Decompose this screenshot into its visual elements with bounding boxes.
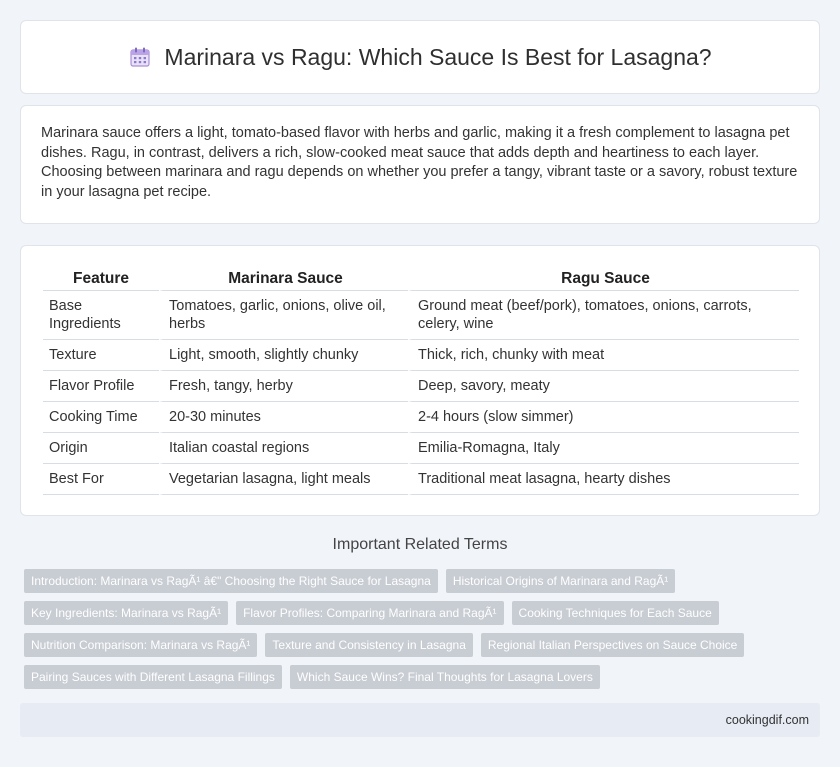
table-row: Base Ingredients Tomatoes, garlic, onion…: [43, 291, 799, 340]
ragu-cell: 2-4 hours (slow simmer): [408, 402, 799, 433]
marinara-cell: Italian coastal regions: [159, 433, 408, 464]
header-marinara: Marinara Sauce: [159, 264, 408, 291]
related-tag-nutrition[interactable]: Nutrition Comparison: Marinara vs RagÃ¹: [24, 633, 258, 657]
related-tag-pairing[interactable]: Pairing Sauces with Different Lasagna Fi…: [24, 665, 282, 689]
marinara-cell: 20-30 minutes: [159, 402, 408, 433]
feature-cell: Texture: [43, 340, 159, 371]
feature-cell: Origin: [43, 433, 159, 464]
related-tag-key-ingredients[interactable]: Key Ingredients: Marinara vs RagÃ¹: [24, 601, 229, 625]
related-tag-regional[interactable]: Regional Italian Perspectives on Sauce C…: [480, 633, 745, 657]
comparison-card: Feature Marinara Sauce Ragu Sauce Base I…: [20, 245, 820, 516]
ragu-cell: Emilia-Romagna, Italy: [408, 433, 799, 464]
related-tags: Introduction: Marinara vs RagÃ¹ â€" Choo…: [24, 569, 820, 697]
table-row: Origin Italian coastal regions Emilia-Ro…: [43, 433, 799, 464]
related-tag-introduction[interactable]: Introduction: Marinara vs RagÃ¹ â€" Choo…: [24, 569, 438, 593]
related-tag-final-thoughts[interactable]: Which Sauce Wins? Final Thoughts for Las…: [289, 665, 600, 689]
marinara-cell: Tomatoes, garlic, onions, olive oil, her…: [159, 291, 408, 340]
marinara-cell: Vegetarian lasagna, light meals: [159, 464, 408, 495]
marinara-cell: Light, smooth, slightly chunky: [159, 340, 408, 371]
related-tag-cooking-techniques[interactable]: Cooking Techniques for Each Sauce: [511, 601, 719, 625]
ragu-cell: Thick, rich, chunky with meat: [408, 340, 799, 371]
title-card: Marinara vs Ragu: Which Sauce Is Best fo…: [20, 20, 820, 94]
header-ragu: Ragu Sauce: [408, 264, 799, 291]
marinara-cell: Fresh, tangy, herby: [159, 371, 408, 402]
feature-cell: Cooking Time: [43, 402, 159, 433]
table-header-row: Feature Marinara Sauce Ragu Sauce: [43, 264, 799, 291]
comparison-table: Feature Marinara Sauce Ragu Sauce Base I…: [43, 264, 799, 495]
table-row: Texture Light, smooth, slightly chunky T…: [43, 340, 799, 371]
ragu-cell: Deep, savory, meaty: [408, 371, 799, 402]
related-terms-heading: Important Related Terms: [332, 536, 508, 553]
table-row: Cooking Time 20-30 minutes 2-4 hours (sl…: [43, 402, 799, 433]
footer-site[interactable]: cookingdif.com: [726, 713, 809, 727]
footer: cookingdif.com: [20, 703, 820, 737]
table-row: Flavor Profile Fresh, tangy, herby Deep,…: [43, 371, 799, 402]
related-tag-historical-origins[interactable]: Historical Origins of Marinara and RagÃ¹: [445, 569, 676, 593]
feature-cell: Best For: [43, 464, 159, 495]
header-feature: Feature: [43, 264, 159, 291]
related-tag-flavor-profiles[interactable]: Flavor Profiles: Comparing Marinara and …: [236, 601, 504, 625]
related-tag-texture[interactable]: Texture and Consistency in Lasagna: [265, 633, 473, 657]
ragu-cell: Traditional meat lasagna, hearty dishes: [408, 464, 799, 495]
calendar-icon: [128, 45, 152, 69]
feature-cell: Flavor Profile: [43, 371, 159, 402]
table-row: Best For Vegetarian lasagna, light meals…: [43, 464, 799, 495]
feature-cell: Base Ingredients: [43, 291, 159, 340]
ragu-cell: Ground meat (beef/pork), tomatoes, onion…: [408, 291, 799, 340]
page-title: Marinara vs Ragu: Which Sauce Is Best fo…: [164, 43, 712, 70]
intro-text: Marinara sauce offers a light, tomato-ba…: [41, 125, 798, 200]
intro-card: Marinara sauce offers a light, tomato-ba…: [20, 105, 820, 224]
